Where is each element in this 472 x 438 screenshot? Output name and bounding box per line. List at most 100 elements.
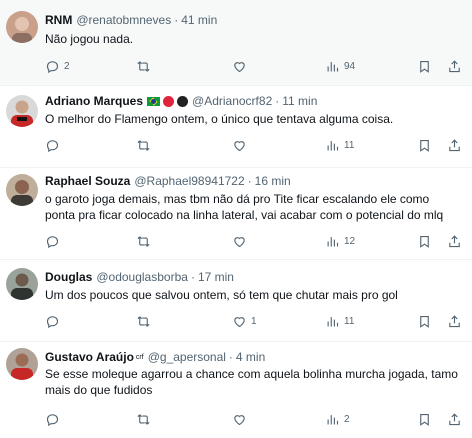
views-button[interactable]: 11 (325, 311, 354, 331)
author-handle[interactable]: @renatobmneves (76, 12, 171, 29)
views-icon (327, 61, 339, 71)
tweet-header: Douglas @odouglasborba · 17 min (45, 269, 464, 286)
reply-icon (46, 60, 59, 73)
author-name[interactable]: Douglas (45, 269, 92, 286)
reply-count: 2 (64, 60, 70, 72)
author-name[interactable]: Raphael Souza (45, 173, 130, 190)
share-button[interactable] (447, 231, 462, 251)
tweet[interactable]: Raphael Souza @Raphael98941722 · 16 min … (0, 168, 472, 260)
bookmark-button[interactable] (417, 311, 432, 331)
red-circle-icon (163, 96, 175, 107)
tweet-header: RNM @renatobmneves · 41 min (45, 12, 464, 29)
retweet-icon (137, 139, 150, 151)
retweet-button[interactable] (136, 311, 155, 331)
reply-button[interactable]: 2 (45, 56, 70, 76)
black-circle-icon (177, 96, 189, 107)
tweet-actions: 12 (45, 231, 472, 251)
like-button[interactable] (232, 56, 251, 76)
avatar[interactable] (6, 95, 38, 127)
views-button[interactable]: 94 (325, 56, 355, 76)
retweet-button[interactable] (136, 409, 155, 429)
tweet-text: Se esse moleque agarrou a chance com aqu… (45, 367, 458, 397)
like-button[interactable] (232, 409, 251, 429)
timestamp[interactable]: 11 min (282, 93, 317, 110)
author-handle[interactable]: @odouglasborba (96, 269, 188, 286)
views-button[interactable]: 11 (325, 135, 354, 155)
avatar[interactable] (6, 348, 38, 380)
views-button[interactable]: 2 (325, 409, 350, 429)
views-count: 11 (344, 315, 355, 327)
timestamp[interactable]: 41 min (181, 12, 217, 29)
avatar[interactable] (6, 268, 38, 300)
views-count: 94 (344, 60, 356, 72)
share-button[interactable] (447, 56, 462, 76)
views-icon (327, 236, 339, 246)
share-icon (449, 412, 460, 425)
share-icon (449, 138, 460, 151)
like-button[interactable]: 1 (232, 311, 257, 331)
tweet-header: Adriano Marques @Adrianocrf82 · 11 min (45, 93, 464, 110)
like-count: 1 (251, 315, 257, 327)
avatar[interactable] (6, 174, 38, 206)
author-handle[interactable]: @g_apersonal (148, 349, 226, 366)
share-button[interactable] (447, 135, 462, 155)
tweet-header: Raphael Souza @Raphael98941722 · 16 min (45, 173, 464, 190)
replies-feed: RNM @renatobmneves · 41 min Não jogou na… (0, 0, 472, 438)
author-name[interactable]: RNM (45, 12, 72, 29)
views-count: 12 (344, 235, 356, 247)
like-button[interactable] (232, 231, 251, 251)
bookmark-button[interactable] (417, 409, 432, 429)
reply-icon (46, 315, 59, 328)
avatar[interactable] (6, 11, 38, 43)
views-icon (327, 316, 339, 326)
author-handle[interactable]: @Adrianocrf82 (192, 93, 272, 110)
timestamp[interactable]: 16 min (255, 173, 291, 190)
name-emoji-badges (147, 96, 189, 107)
views-icon (327, 140, 339, 150)
separator: · (228, 350, 233, 364)
share-icon (449, 314, 460, 327)
reply-button[interactable] (45, 311, 64, 331)
bookmark-icon (420, 413, 429, 426)
views-icon (327, 414, 339, 424)
author-name[interactable]: Gustavo Araújo (45, 349, 134, 366)
like-icon (234, 61, 245, 72)
like-button[interactable] (232, 135, 251, 155)
tweet-actions: 11 (45, 135, 472, 155)
bookmark-button[interactable] (417, 135, 432, 155)
tweet[interactable]: Douglas @odouglasborba · 17 min Um dos p… (0, 260, 472, 342)
separator: · (190, 270, 195, 284)
share-button[interactable] (447, 409, 462, 429)
views-button[interactable]: 12 (325, 231, 355, 251)
bookmark-icon (420, 139, 429, 152)
tweet-actions: 2 94 (45, 56, 472, 76)
reply-button[interactable] (45, 231, 64, 251)
tweet[interactable]: RNM @renatobmneves · 41 min Não jogou na… (0, 0, 472, 86)
like-icon (234, 140, 245, 151)
share-button[interactable] (447, 311, 462, 331)
tweet-header: Gustavo Araújo crf @g_apersonal · 4 min (45, 349, 464, 366)
retweet-button[interactable] (136, 231, 155, 251)
crf-superscript-badge: crf (135, 354, 144, 361)
bookmark-button[interactable] (417, 56, 432, 76)
retweet-icon (137, 235, 150, 247)
brazil-flag-icon (147, 97, 161, 106)
bookmark-icon (420, 60, 429, 73)
reply-icon (46, 235, 59, 248)
retweet-button[interactable] (136, 135, 155, 155)
reply-button[interactable] (45, 409, 64, 429)
timestamp[interactable]: 17 min (198, 269, 234, 286)
reply-button[interactable] (45, 135, 64, 155)
bookmark-button[interactable] (417, 231, 432, 251)
tweet[interactable]: Adriano Marques @Adrianocrf82 · 11 min O… (0, 86, 472, 168)
author-name[interactable]: Adriano Marques (45, 93, 143, 110)
tweet-text: O melhor do Flamengo ontem, o único que … (45, 112, 394, 126)
views-count: 2 (344, 413, 350, 425)
timestamp[interactable]: 4 min (236, 349, 265, 366)
tweet[interactable]: Gustavo Araújo crf @g_apersonal · 4 min … (0, 342, 472, 438)
retweet-button[interactable] (136, 56, 155, 76)
author-handle[interactable]: @Raphael98941722 (134, 173, 244, 190)
retweet-icon (137, 315, 150, 327)
like-icon (234, 414, 245, 425)
bookmark-icon (420, 235, 429, 248)
